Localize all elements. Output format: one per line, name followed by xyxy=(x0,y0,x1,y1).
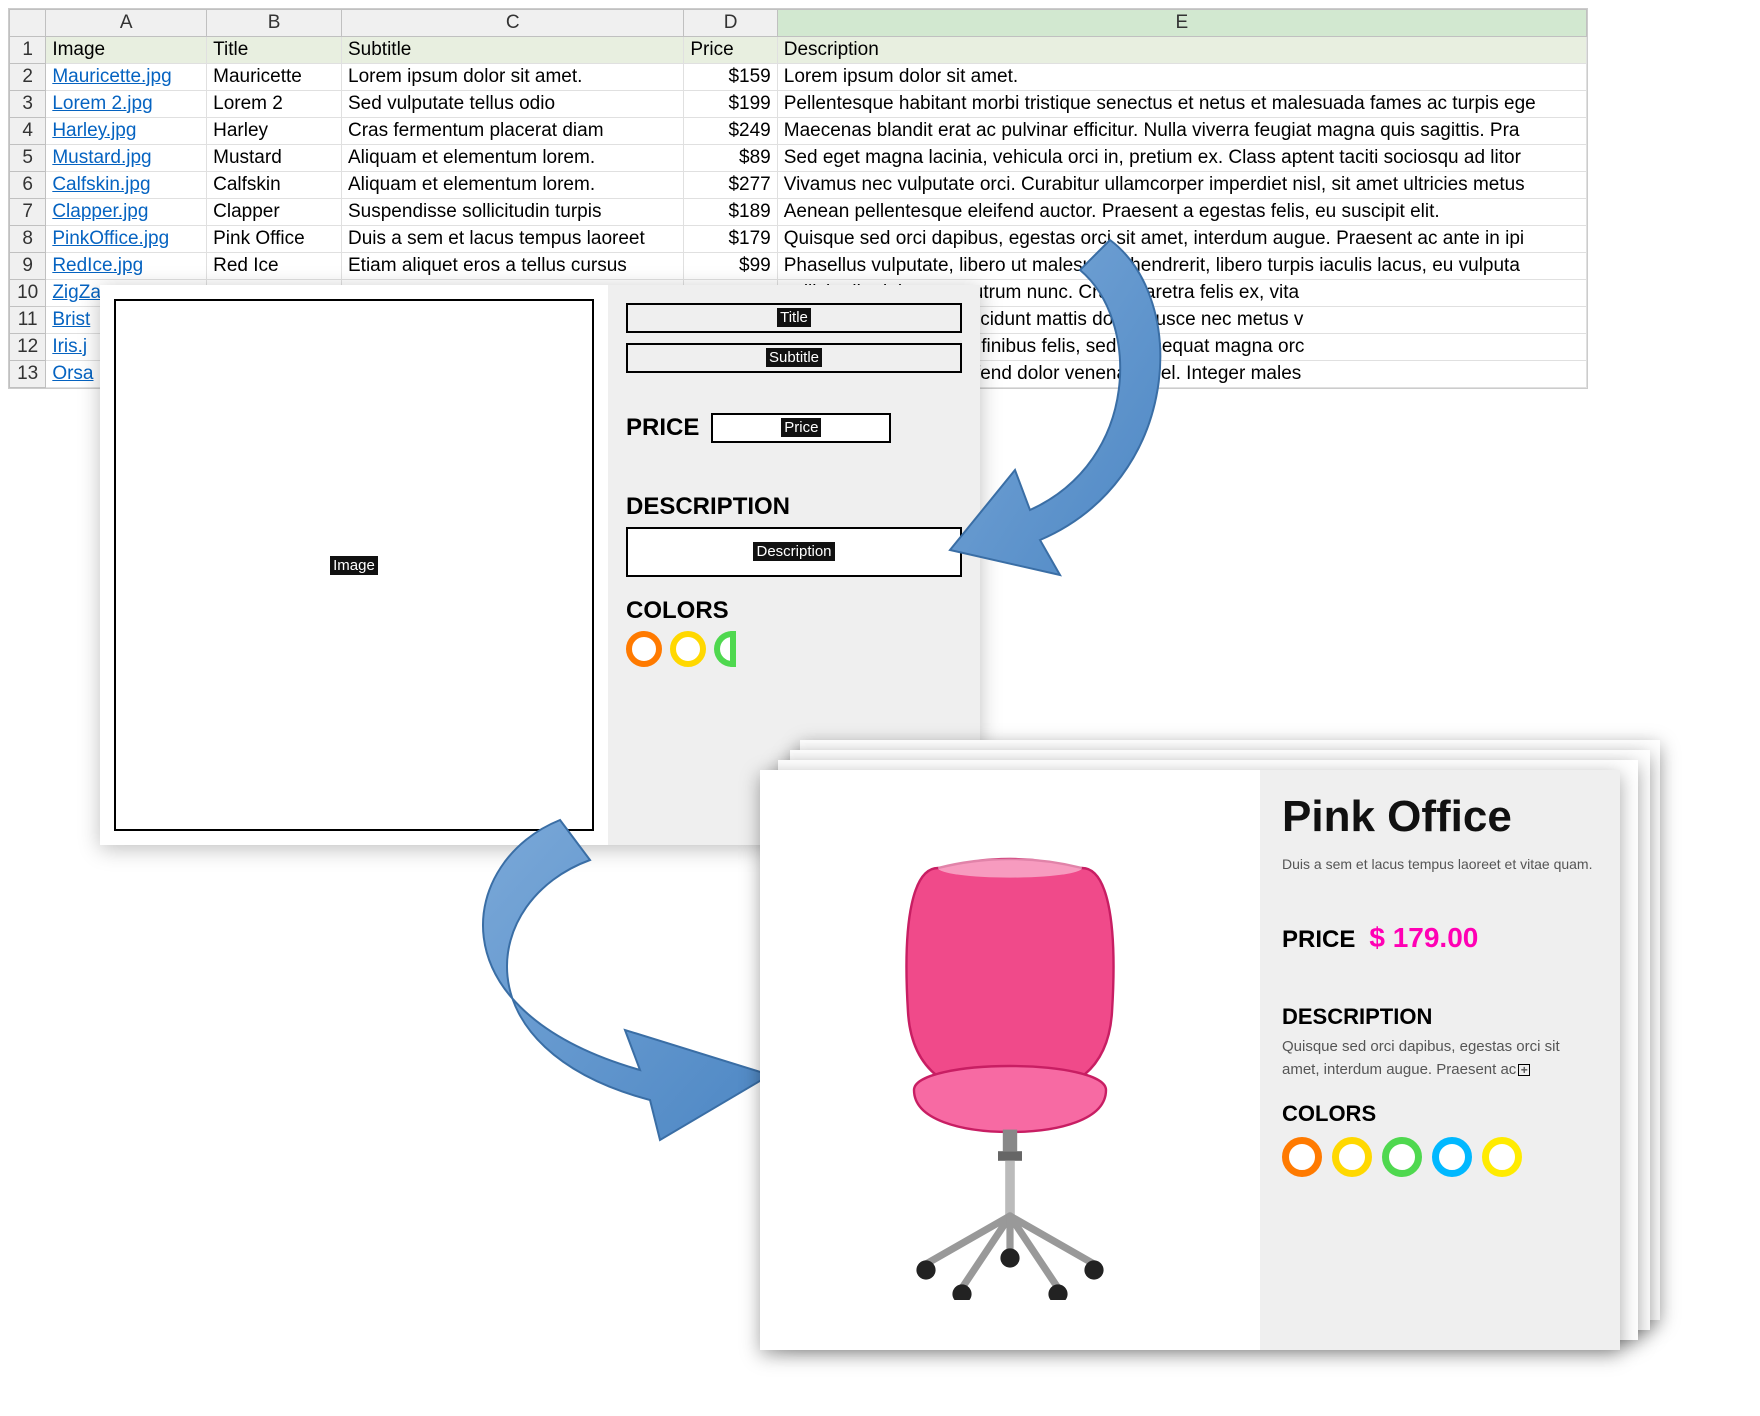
color-swatch[interactable] xyxy=(1332,1137,1372,1177)
cell-subtitle[interactable]: Cras fermentum placerat diam xyxy=(342,118,684,145)
color-swatch[interactable] xyxy=(1282,1137,1322,1177)
template-desc-field: Description xyxy=(626,527,962,577)
cell-subtitle[interactable]: Lorem ipsum dolor sit amet. xyxy=(342,64,684,91)
template-desc-label: DESCRIPTION xyxy=(626,493,962,521)
header-cell-title[interactable]: Title xyxy=(207,37,342,64)
output-desc-text: Quisque sed orci dapibus, egestas orci s… xyxy=(1282,1036,1598,1081)
output-price-label: PRICE xyxy=(1282,926,1355,954)
col-header-d[interactable]: D xyxy=(684,10,777,37)
col-header-e[interactable]: E xyxy=(777,10,1586,37)
cell-subtitle[interactable]: Aliquam et elementum lorem. xyxy=(342,172,684,199)
cell-subtitle[interactable]: Etiam aliquet eros a tellus cursus xyxy=(342,253,684,280)
cell-image[interactable]: Clapper.jpg xyxy=(46,199,207,226)
cell-description[interactable]: Sed eget magna lacinia, vehicula orci in… xyxy=(777,145,1586,172)
subtitle-tag: Subtitle xyxy=(766,348,822,367)
output-colors-label: COLORS xyxy=(1282,1101,1598,1127)
color-swatch xyxy=(626,631,662,667)
cell-price[interactable]: $249 xyxy=(684,118,777,145)
row-header[interactable]: 4 xyxy=(10,118,46,145)
cell-description[interactable]: Maecenas blandit erat ac pulvinar effici… xyxy=(777,118,1586,145)
output-card-stack: Pink Office Duis a sem et lacus tempus l… xyxy=(760,740,1660,1350)
expand-icon[interactable]: + xyxy=(1518,1064,1530,1076)
cell-title[interactable]: Red Ice xyxy=(207,253,342,280)
arrow-template-to-output xyxy=(440,800,800,1125)
output-title: Pink Office xyxy=(1282,792,1598,842)
cell-title[interactable]: Calfskin xyxy=(207,172,342,199)
template-price-label: PRICE xyxy=(626,414,699,442)
template-swatches xyxy=(626,631,962,667)
color-swatch[interactable] xyxy=(1432,1137,1472,1177)
row-header[interactable]: 1 xyxy=(10,37,46,64)
row-header[interactable]: 7 xyxy=(10,199,46,226)
arrow-sheet-to-template xyxy=(930,220,1190,605)
cell-image[interactable]: PinkOffice.jpg xyxy=(46,226,207,253)
cell-price[interactable]: $89 xyxy=(684,145,777,172)
cell-image[interactable]: Lorem 2.jpg xyxy=(46,91,207,118)
price-tag: Price xyxy=(781,418,821,437)
template-price-field: Price xyxy=(711,413,891,443)
row-header[interactable]: 3 xyxy=(10,91,46,118)
select-all-corner[interactable] xyxy=(10,10,46,37)
output-swatches xyxy=(1282,1137,1598,1177)
cell-price[interactable]: $199 xyxy=(684,91,777,118)
title-tag: Title xyxy=(777,308,811,327)
cell-price[interactable]: $277 xyxy=(684,172,777,199)
output-desc-label: DESCRIPTION xyxy=(1282,1004,1598,1030)
header-cell-image[interactable]: Image xyxy=(46,37,207,64)
header-cell-description[interactable]: Description xyxy=(777,37,1586,64)
output-card: Pink Office Duis a sem et lacus tempus l… xyxy=(760,770,1620,1350)
cell-title[interactable]: Clapper xyxy=(207,199,342,226)
row-header[interactable]: 12 xyxy=(10,334,46,361)
col-header-c[interactable]: C xyxy=(342,10,684,37)
cell-description[interactable]: Lorem ipsum dolor sit amet. xyxy=(777,64,1586,91)
desc-tag: Description xyxy=(753,542,834,561)
cell-subtitle[interactable]: Sed vulputate tellus odio xyxy=(342,91,684,118)
cell-price[interactable]: $159 xyxy=(684,64,777,91)
color-swatch xyxy=(670,631,706,667)
cell-image[interactable]: RedIce.jpg xyxy=(46,253,207,280)
cell-title[interactable]: Harley xyxy=(207,118,342,145)
cell-price[interactable]: $179 xyxy=(684,226,777,253)
col-header-b[interactable]: B xyxy=(207,10,342,37)
header-cell-price[interactable]: Price xyxy=(684,37,777,64)
cell-image[interactable]: Calfskin.jpg xyxy=(46,172,207,199)
cell-title[interactable]: Pink Office xyxy=(207,226,342,253)
template-title-field: Title xyxy=(626,303,962,333)
cell-subtitle[interactable]: Duis a sem et lacus tempus laoreet xyxy=(342,226,684,253)
row-header[interactable]: 11 xyxy=(10,307,46,334)
cell-image[interactable]: Mustard.jpg xyxy=(46,145,207,172)
cell-image[interactable]: Mauricette.jpg xyxy=(46,64,207,91)
template-colors-label: COLORS xyxy=(626,597,962,625)
cell-subtitle[interactable]: Suspendisse sollicitudin turpis xyxy=(342,199,684,226)
cell-image[interactable]: Harley.jpg xyxy=(46,118,207,145)
col-header-a[interactable]: A xyxy=(46,10,207,37)
row-header[interactable]: 13 xyxy=(10,361,46,388)
output-price-value: $ 179.00 xyxy=(1369,922,1478,954)
color-swatch xyxy=(714,631,736,667)
row-header[interactable]: 6 xyxy=(10,172,46,199)
row-header[interactable]: 10 xyxy=(10,280,46,307)
cell-subtitle[interactable]: Aliquam et elementum lorem. xyxy=(342,145,684,172)
row-header[interactable]: 9 xyxy=(10,253,46,280)
cell-price[interactable]: $189 xyxy=(684,199,777,226)
image-tag: Image xyxy=(330,556,378,575)
header-cell-subtitle[interactable]: Subtitle xyxy=(342,37,684,64)
product-image xyxy=(760,770,1260,1350)
cell-description[interactable]: Pellentesque habitant morbi tristique se… xyxy=(777,91,1586,118)
template-subtitle-field: Subtitle xyxy=(626,343,962,373)
row-header[interactable]: 5 xyxy=(10,145,46,172)
cell-description[interactable]: Vivamus nec vulputate orci. Curabitur ul… xyxy=(777,172,1586,199)
row-header[interactable]: 8 xyxy=(10,226,46,253)
row-header[interactable]: 2 xyxy=(10,64,46,91)
cell-price[interactable]: $99 xyxy=(684,253,777,280)
color-swatch[interactable] xyxy=(1382,1137,1422,1177)
cell-title[interactable]: Mustard xyxy=(207,145,342,172)
cell-title[interactable]: Mauricette xyxy=(207,64,342,91)
output-subtitle: Duis a sem et lacus tempus laoreet et vi… xyxy=(1282,856,1598,872)
cell-title[interactable]: Lorem 2 xyxy=(207,91,342,118)
color-swatch[interactable] xyxy=(1482,1137,1522,1177)
template-image-placeholder: Image xyxy=(114,299,594,831)
